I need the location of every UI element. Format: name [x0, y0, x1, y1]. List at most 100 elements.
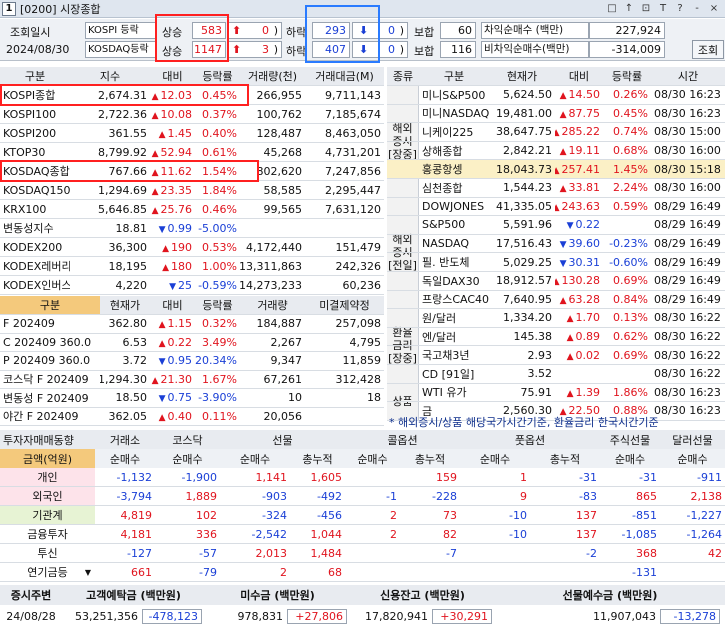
overseas-name[interactable]: 엔/달러: [419, 328, 489, 346]
overseas-rate: 0.45%: [613, 106, 648, 120]
minimize-icon[interactable]: -: [690, 1, 704, 15]
index-name[interactable]: 변동성지수: [0, 219, 70, 237]
index-rate: 0.53%: [202, 240, 237, 254]
investor-value: 1,044: [310, 527, 343, 541]
investor-value: -7: [446, 546, 457, 560]
overseas-name[interactable]: 국고채3년: [419, 346, 489, 364]
overseas-name[interactable]: 심천종합: [419, 179, 489, 197]
index-name[interactable]: KTOP30: [0, 143, 70, 161]
futures-name[interactable]: 야간 F 202409: [0, 408, 100, 426]
pin-icon[interactable]: ↑: [622, 1, 636, 15]
table-row: 투신 -127 -57 2,013 1,484 -7 -2 368 42: [0, 544, 725, 563]
overseas-rate: 1.86%: [613, 385, 648, 399]
overseas-change: ▲ 285.22: [555, 123, 603, 141]
investor-sub-name: 총누적: [302, 452, 333, 466]
index-amount: [305, 219, 384, 237]
investor-value: -31: [639, 470, 657, 484]
market-deposits-panel: 증시주변 고객예탁금 (백만원) 미수금 (백만원) 신용잔고 (백만원) 선물예수금 …: [0, 585, 725, 631]
index-change: ▲ 23.35: [150, 181, 195, 199]
column-header: 대비: [568, 70, 590, 83]
overseas-rate: 0.84%: [613, 292, 648, 306]
overseas-rate: 0.26%: [613, 88, 648, 102]
index-name[interactable]: KODEX인버스: [0, 276, 70, 294]
index-name[interactable]: KOSDAQ150: [0, 181, 70, 199]
overseas-rate: 0.13%: [613, 311, 648, 325]
investor-sub-name: 순매수: [239, 452, 271, 466]
investor-name[interactable]: 기관계: [0, 506, 95, 524]
link-icon[interactable]: ⊡: [639, 1, 653, 15]
deposit-header: 미수금 (백만원): [240, 589, 315, 602]
index-name[interactable]: KOSPI100: [0, 105, 70, 123]
overseas-time: 08/30 16:23: [654, 106, 721, 120]
overseas-name[interactable]: 미니S&P500: [419, 86, 489, 104]
table-row: NASDAQ 17,516.43 ▼ 39.60 -0.23% 08/29 16:49: [387, 235, 725, 254]
index-name[interactable]: KODEX레버리지: [0, 257, 70, 275]
futures-name[interactable]: C 202409 360.0: [0, 334, 100, 352]
overseas-value: 2.93: [527, 348, 553, 362]
overseas-time: 08/29 16:49: [654, 255, 721, 269]
futures-name[interactable]: F 202409: [0, 315, 100, 333]
index-name[interactable]: KODEX200: [0, 238, 70, 256]
help-icon[interactable]: ?: [673, 1, 687, 15]
triangle-down-icon: ▼: [158, 394, 166, 405]
overseas-change: ▲ 130.28: [555, 272, 603, 290]
overseas-name[interactable]: DOWJONES: [419, 198, 489, 216]
triangle-up-icon: ▲: [559, 147, 567, 158]
change-value: ▼ 0.99: [159, 222, 192, 235]
kosdaq-row-highlight: [0, 160, 259, 182]
index-rate: 0.40%: [202, 126, 237, 140]
investor-value: 159: [436, 470, 457, 484]
kospi-uplimit-box: ⬆ 0 ): [228, 22, 282, 39]
index-amount: 7,631,120: [325, 202, 381, 216]
overseas-table: 종류 구분 현재가 대비 등락률 시간 해외 증시 [장중] 미니S&P500 5,624.50…: [387, 67, 725, 421]
overseas-time: 08/30 15:18: [654, 162, 721, 176]
overseas-name[interactable]: 독일DAX30: [419, 272, 489, 290]
investor-value: -456: [317, 508, 342, 522]
close-icon[interactable]: ×: [707, 1, 721, 15]
overseas-rate: -0.60%: [609, 255, 648, 269]
customer-deposit-value: 53,251,356: [75, 609, 138, 623]
overseas-name[interactable]: 미니NASDAQ: [419, 105, 489, 123]
overseas-name[interactable]: 홍콩항셍: [419, 160, 489, 178]
investor-name[interactable]: 투신: [0, 544, 95, 562]
investor-value: -1,900: [181, 470, 217, 484]
column-header: 미결제약정: [319, 299, 370, 312]
overseas-value: 41,335.05: [496, 199, 552, 213]
investor-name[interactable]: 금융투자: [0, 525, 95, 543]
futures-name[interactable]: 변동성 F 202409: [0, 389, 100, 407]
font-icon[interactable]: T: [656, 1, 670, 15]
change-number: 25.76: [160, 202, 193, 216]
investor-value: -1,085: [621, 527, 657, 541]
overseas-name[interactable]: 프랑스CAC40: [419, 291, 489, 309]
query-button[interactable]: 조회: [692, 40, 724, 59]
copy-icon[interactable]: □: [605, 1, 619, 15]
investor-name[interactable]: 연기금등 ▼: [0, 563, 95, 581]
overseas-name[interactable]: S&P500: [419, 216, 489, 234]
investor-name[interactable]: 외국인: [0, 487, 95, 505]
column-header: 구분: [24, 70, 46, 83]
kospi-down-label: 하락: [286, 26, 307, 39]
nonarb-label: 비차익순매수(백만): [481, 41, 589, 58]
overseas-name[interactable]: 니케이225: [419, 123, 489, 141]
overseas-name[interactable]: 필. 반도체: [419, 253, 489, 271]
window-controls: □ ↑ ⊡ T? - ×: [605, 1, 721, 15]
change-value: ▲ 33.81: [560, 181, 600, 194]
overseas-name[interactable]: CD [91일]: [419, 365, 489, 383]
triangle-up-icon: ▲: [151, 205, 159, 216]
change-number: 0.40: [167, 409, 193, 423]
overseas-name[interactable]: NASDAQ: [419, 235, 489, 253]
overseas-name[interactable]: 상해종합: [419, 142, 489, 160]
index-name[interactable]: KOSPI200: [0, 124, 70, 142]
overseas-time: 08/30 16:00: [654, 181, 721, 195]
index-change: ▲ 1.45: [150, 124, 195, 142]
investor-value: 1,605: [310, 470, 343, 484]
overseas-name[interactable]: WTI 유가: [419, 384, 489, 402]
overseas-name[interactable]: 원/달러: [419, 309, 489, 327]
futures-name[interactable]: 코스닥 F 202409: [0, 371, 100, 389]
overseas-value: 75.91: [520, 385, 553, 399]
futures-name[interactable]: P 202409 360.0: [0, 352, 100, 370]
chevron-down-icon[interactable]: ▼: [85, 568, 91, 577]
index-name[interactable]: KRX100: [0, 200, 70, 218]
investor-name[interactable]: 개인: [0, 468, 95, 486]
futures-change: ▲ 0.40: [150, 408, 195, 426]
